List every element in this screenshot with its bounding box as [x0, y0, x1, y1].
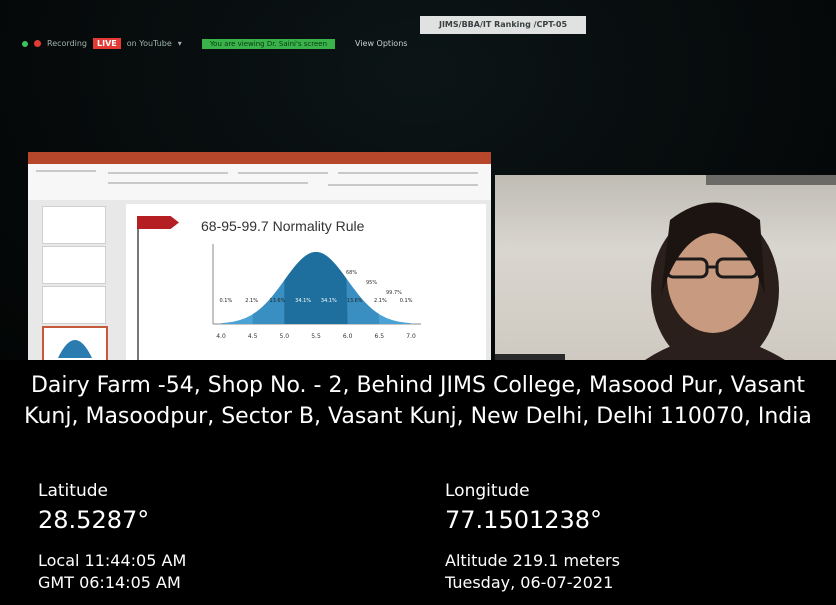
x-tick-label: 7.0 [406, 333, 416, 340]
monitor-screen: JIMS/BBA/IT Ranking /CPT-05 Recording LI… [0, 0, 836, 360]
live-platform-menu[interactable]: on YouTube [127, 39, 172, 48]
altitude: Altitude 219.1 meters [445, 551, 620, 570]
longitude-value: 77.1501238° [445, 506, 603, 534]
date: Tuesday, 06-07-2021 [445, 573, 614, 592]
screen-share-banner: You are viewing Dr. Saini's screen [201, 38, 336, 49]
security-shield-icon[interactable] [22, 40, 28, 47]
x-tick-label: 4.5 [248, 333, 258, 340]
bell-region-inner [284, 252, 348, 324]
current-slide[interactable]: 68-95-99.7 Normality Rule 4.0 4.5 5.0 5.5 6.… [126, 204, 486, 360]
slide-thumbnail[interactable] [42, 286, 106, 324]
powerpoint-title-bar [28, 152, 491, 164]
webcam-video [495, 175, 836, 360]
chevron-down-icon[interactable]: ▾ [178, 39, 182, 48]
local-time: Local 11:44:05 AM [38, 551, 187, 570]
slide-thumbnail[interactable] [42, 206, 106, 244]
presentation-window: 68-95-99.7 Normality Rule 4.0 4.5 5.0 5.5 6.… [28, 152, 491, 360]
region-percent-label: 0.1% [400, 298, 413, 304]
region-percent-label: 13.6% [269, 298, 285, 304]
bell-curve-icon [58, 340, 92, 358]
recording-label[interactable]: Recording [47, 39, 87, 48]
slide-thumbnail-selected[interactable] [42, 326, 108, 360]
x-tick-label: 4.0 [216, 333, 226, 340]
meeting-title: JIMS/BBA/IT Ranking /CPT-05 [420, 16, 586, 34]
latitude-value: 28.5287° [38, 506, 150, 534]
callout-label: 99.7% [386, 290, 402, 296]
callout-label: 95% [366, 280, 377, 286]
location-address: Dairy Farm -54, Shop No. - 2, Behind JIM… [24, 373, 812, 429]
powerpoint-editor: 68-95-99.7 Normality Rule 4.0 4.5 5.0 5.5 6.… [28, 200, 491, 360]
gmt-time: GMT 06:14:05 AM [38, 573, 181, 592]
x-tick-label: 5.0 [280, 333, 290, 340]
longitude-label: Longitude [445, 481, 530, 501]
region-percent-label: 13.6% [347, 298, 363, 304]
slide-thumbnail[interactable] [42, 246, 106, 284]
geotag-overlay: Dairy Farm -54, Shop No. - 2, Behind JIM… [0, 360, 836, 605]
powerpoint-ribbon[interactable] [28, 164, 491, 201]
x-tick-label: 6.0 [343, 333, 353, 340]
x-tick-label: 5.5 [311, 333, 321, 340]
recording-dot-icon [34, 40, 41, 47]
slide-thumbnails[interactable] [32, 206, 116, 360]
view-options-button[interactable]: View Options [355, 39, 407, 48]
region-percent-label: 2.1% [374, 298, 387, 304]
region-percent-label: 34.1% [295, 298, 311, 304]
region-percent-label: 2.1% [245, 298, 258, 304]
x-tick-label: 6.5 [375, 333, 385, 340]
region-percent-label: 34.1% [321, 298, 337, 304]
latitude-label: Latitude [38, 481, 108, 501]
zoom-status-bar: Recording LIVE on YouTube ▾ You are view… [22, 38, 407, 49]
normal-distribution-chart: 4.0 4.5 5.0 5.5 6.0 6.5 7.0 0.1% 2.1% 13.6% 34.1% 3… [212, 244, 421, 340]
callout-label: 68% [346, 270, 357, 276]
live-badge: LIVE [93, 38, 121, 49]
presenter-video-icon [645, 202, 785, 360]
region-percent-label: 0.1% [220, 298, 233, 304]
